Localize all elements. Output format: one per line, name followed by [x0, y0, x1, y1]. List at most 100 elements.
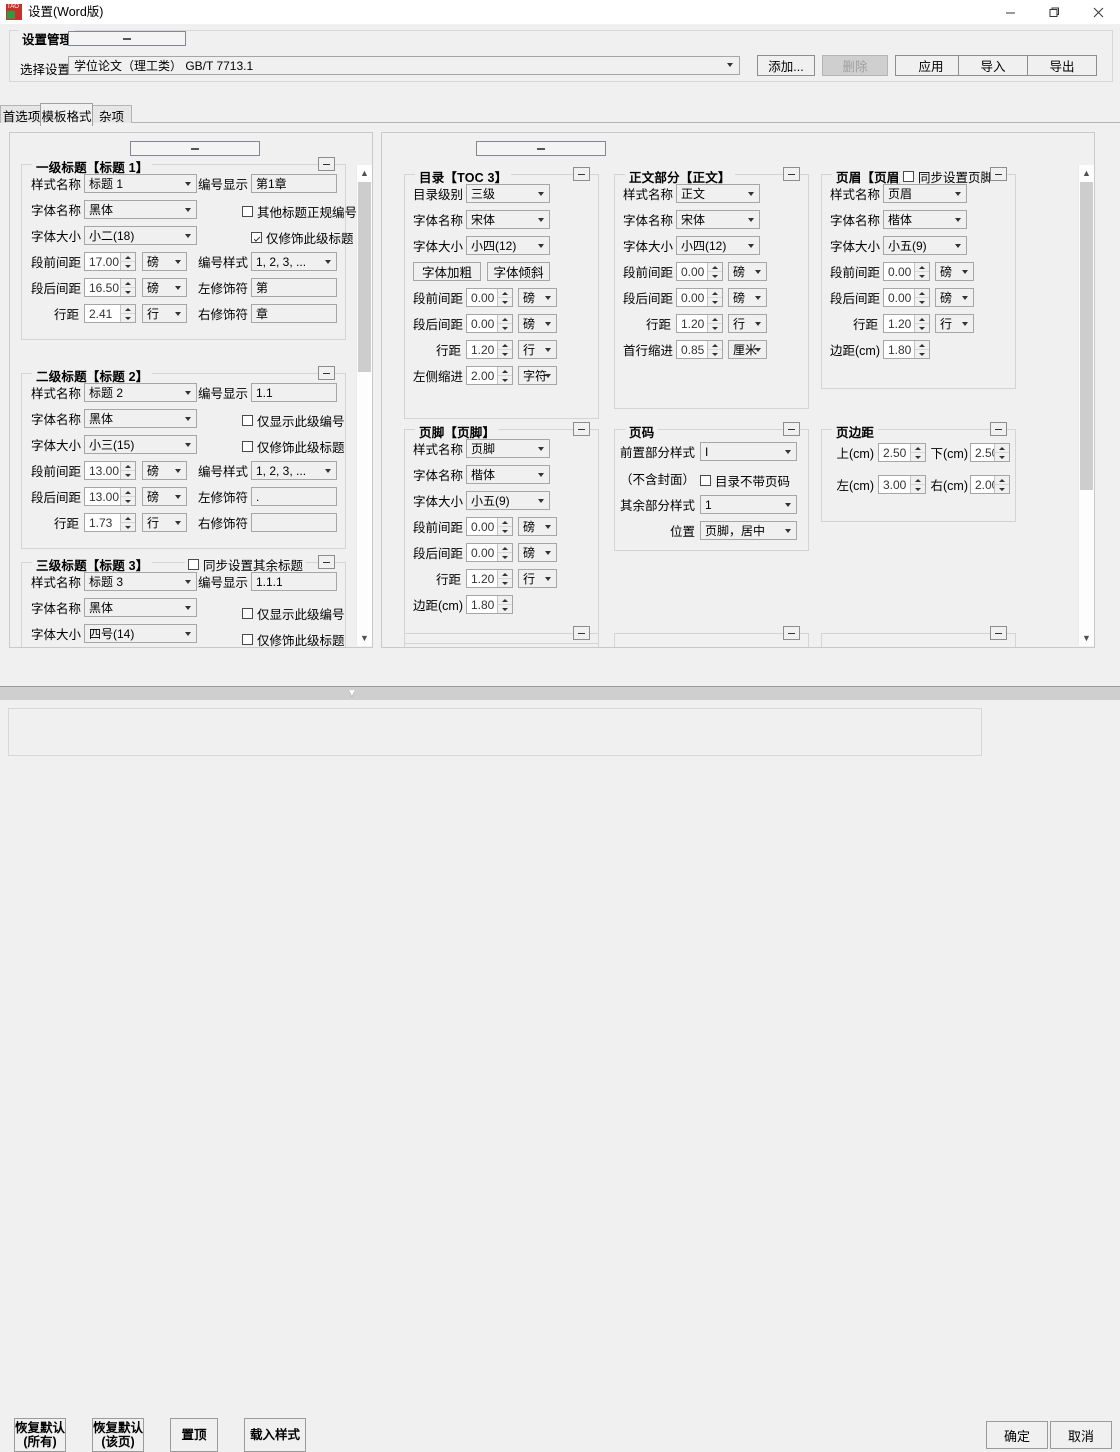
pin-top-button[interactable]: 置顶	[170, 1418, 218, 1452]
bd-first-indent-spinner[interactable]: 0.85	[676, 340, 723, 359]
load-style-button[interactable]: 载入样式	[244, 1418, 306, 1452]
restore-defaults-page-button[interactable]: 恢复默认(该页)	[92, 1418, 144, 1452]
spinner-down-icon[interactable]	[708, 298, 722, 306]
spinner-up-icon[interactable]	[708, 289, 722, 298]
toc-italic-button[interactable]: 字体倾斜	[487, 262, 550, 281]
spinner-up-icon[interactable]	[498, 518, 512, 527]
heading2-collapse-button[interactable]	[318, 366, 335, 380]
spinner-up-icon[interactable]	[708, 263, 722, 272]
h1-style-name-combo[interactable]: 标题 1	[84, 174, 197, 193]
pn-front-style-combo[interactable]: I	[700, 442, 797, 461]
h1-space-after-unit-combo[interactable]: 磅	[142, 278, 187, 297]
toc-level-combo[interactable]: 三级	[466, 184, 550, 203]
spinner-down-icon[interactable]	[708, 350, 722, 358]
spinner-up-icon[interactable]	[911, 476, 925, 485]
add-button[interactable]: 添加...	[757, 55, 815, 76]
bd-font-name-combo[interactable]: 宋体	[676, 210, 760, 229]
hd-space-after-unit-combo[interactable]: 磅	[935, 288, 974, 307]
h3-style-name-combo[interactable]: 标题 3	[84, 572, 197, 591]
toc-font-size-combo[interactable]: 小四(12)	[466, 236, 550, 255]
spinner-up-icon[interactable]	[498, 315, 512, 324]
h1-number-display-field[interactable]: 第1章	[251, 174, 337, 193]
toc-space-before-unit-combo[interactable]: 磅	[518, 288, 557, 307]
spinner-up-icon[interactable]	[121, 253, 135, 262]
spinner-down-icon[interactable]	[995, 485, 1009, 493]
spinner-down-icon[interactable]	[915, 350, 929, 358]
spinner-down-icon[interactable]	[911, 485, 925, 493]
spinner-up-icon[interactable]	[911, 444, 925, 453]
bd-first-indent-unit-combo[interactable]: 厘米	[728, 340, 767, 359]
h2-space-after-unit-combo[interactable]: 磅	[142, 487, 187, 506]
spinner-down-icon[interactable]	[121, 497, 135, 505]
spinner-down-icon[interactable]	[708, 272, 722, 280]
h3-only-decorate-checkbox[interactable]: 仅修饰此级标题	[242, 630, 345, 648]
ft-space-after-unit-combo[interactable]: 磅	[518, 543, 557, 562]
toc-bold-button[interactable]: 字体加粗	[413, 262, 481, 281]
right-pane-scrollbar[interactable]: ▲ ▼	[1078, 165, 1094, 646]
scroll-up-icon[interactable]: ▲	[1079, 165, 1094, 181]
spinner-down-icon[interactable]	[121, 288, 135, 296]
spinner-down-icon[interactable]	[498, 324, 512, 332]
hd-font-name-combo[interactable]: 楷体	[883, 210, 967, 229]
toc-space-after-spinner[interactable]: 0.00	[466, 314, 513, 333]
toc-left-indent-spinner[interactable]: 2.00	[466, 366, 513, 385]
h3-font-size-combo[interactable]: 四号(14)	[84, 624, 197, 643]
pn-toc-no-pagenum-checkbox[interactable]: 目录不带页码	[700, 471, 790, 490]
pagenumber-collapse-button[interactable]	[783, 422, 800, 436]
h1-line-spacing-spinner[interactable]: 2.41	[84, 304, 136, 323]
h2-line-spacing-unit-combo[interactable]: 行	[142, 513, 187, 532]
margins-collapse-button[interactable]	[990, 422, 1007, 436]
export-button[interactable]: 导出	[1027, 55, 1097, 76]
right-pane-collapse-toggle[interactable]	[476, 141, 606, 156]
h1-number-style-combo[interactable]: 1, 2, 3, ...	[251, 252, 337, 271]
hd-line-spacing-spinner[interactable]: 1.20	[883, 314, 930, 333]
header-collapse-button[interactable]	[990, 167, 1007, 181]
h2-only-show-checkbox[interactable]: 仅显示此级编号	[242, 411, 345, 430]
scroll-down-icon[interactable]: ▼	[357, 630, 372, 646]
spinner-down-icon[interactable]	[498, 376, 512, 384]
h2-space-before-unit-combo[interactable]: 磅	[142, 461, 187, 480]
bd-line-spacing-spinner[interactable]: 1.20	[676, 314, 723, 333]
h2-right-deco-field[interactable]	[251, 513, 337, 532]
restore-defaults-all-button[interactable]: 恢复默认(所有)	[14, 1418, 66, 1452]
tab-1[interactable]: 模板格式	[40, 103, 93, 126]
import-button[interactable]: 导入	[958, 55, 1028, 76]
ft-space-before-spinner[interactable]: 0.00	[466, 517, 513, 536]
spinner-down-icon[interactable]	[498, 579, 512, 587]
spinner-down-icon[interactable]	[915, 324, 929, 332]
toc-line-spacing-spinner[interactable]: 1.20	[466, 340, 513, 359]
bd-font-size-combo[interactable]: 小四(12)	[676, 236, 760, 255]
h2-line-spacing-spinner[interactable]: 1.73	[84, 513, 136, 532]
maximize-restore-icon[interactable]	[1032, 0, 1076, 24]
spinner-up-icon[interactable]	[121, 462, 135, 471]
spinner-down-icon[interactable]	[915, 298, 929, 306]
ft-font-size-combo[interactable]: 小五(9)	[466, 491, 550, 510]
h2-style-name-combo[interactable]: 标题 2	[84, 383, 197, 402]
pn-position-combo[interactable]: 页脚，居中	[700, 521, 797, 540]
spinner-up-icon[interactable]	[498, 596, 512, 605]
close-button[interactable]	[1076, 0, 1120, 24]
hd-space-before-unit-combo[interactable]: 磅	[935, 262, 974, 281]
spinner-up-icon[interactable]	[498, 570, 512, 579]
h2-font-size-combo[interactable]: 小三(15)	[84, 435, 197, 454]
apply-button[interactable]: 应用	[895, 55, 967, 76]
ft-margin-spinner[interactable]: 1.80	[466, 595, 513, 614]
toc-left-indent-unit-combo[interactable]: 字符	[518, 366, 557, 385]
h2-number-style-combo[interactable]: 1, 2, 3, ...	[251, 461, 337, 480]
scroll-down-icon[interactable]: ▼	[1079, 630, 1094, 646]
spinner-down-icon[interactable]	[121, 523, 135, 531]
mg-left-spinner[interactable]: 3.00	[878, 475, 926, 494]
bd-space-after-unit-combo[interactable]: 磅	[728, 288, 767, 307]
spinner-up-icon[interactable]	[915, 315, 929, 324]
h2-only-decorate-checkbox[interactable]: 仅修饰此级标题	[242, 437, 345, 456]
h2-space-after-spinner[interactable]: 13.00	[84, 487, 136, 506]
bd-style-name-combo[interactable]: 正文	[676, 184, 760, 203]
h1-font-size-combo[interactable]: 小二(18)	[84, 226, 197, 245]
tab-0[interactable]: 首选项	[0, 105, 43, 124]
clipped-group-1-collapse-button[interactable]	[573, 626, 590, 640]
ok-button[interactable]: 确定	[986, 1421, 1048, 1449]
h3-font-name-combo[interactable]: 黑体	[84, 598, 197, 617]
body-collapse-button[interactable]	[783, 167, 800, 181]
ft-font-name-combo[interactable]: 楷体	[466, 465, 550, 484]
left-pane-collapse-toggle[interactable]	[130, 141, 260, 156]
